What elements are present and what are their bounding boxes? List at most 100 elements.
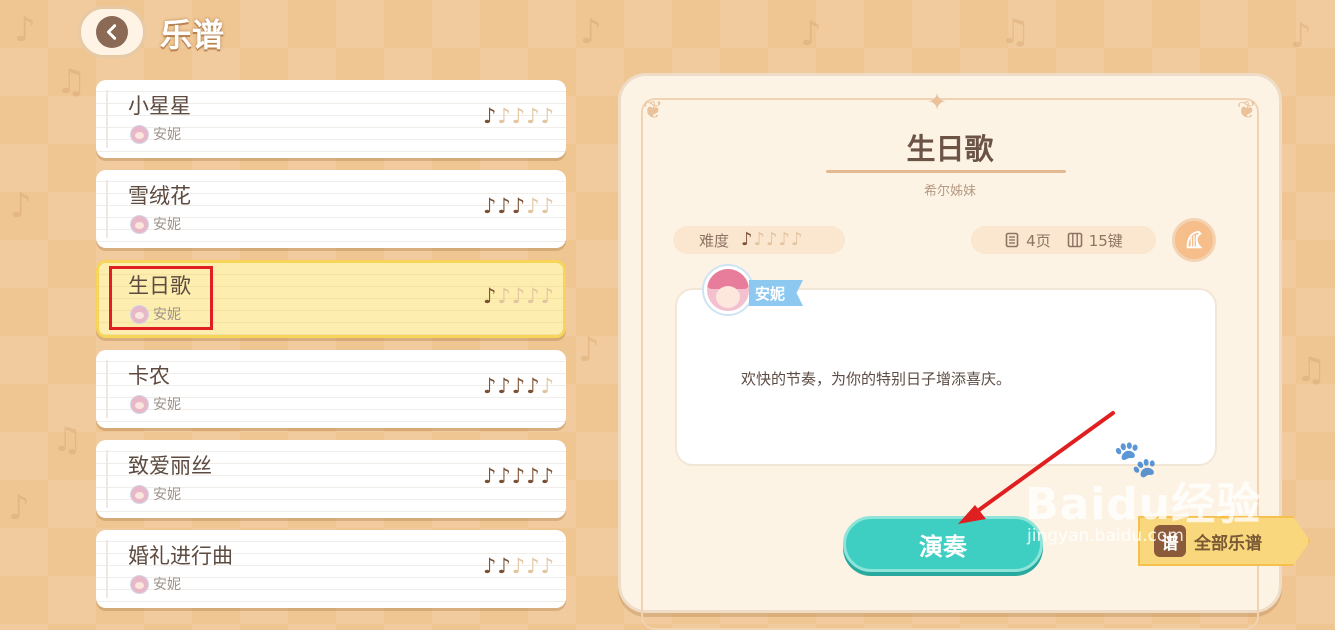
difficulty-notes: ♪ ♪ ♪ ♪ ♪ (483, 466, 554, 487)
all-scores-label: 全部乐谱 (1194, 533, 1262, 554)
music-note-icon: ♪ (526, 374, 540, 398)
music-note-icon: ♪ (511, 374, 526, 398)
music-note-icon: ♪ (511, 104, 526, 128)
narrator-name-tag: 安妮 (749, 280, 804, 306)
description-card: 欢快的节奏，为你的特别日子增添喜庆。 (675, 288, 1217, 466)
music-note-icon: ♪ (580, 12, 602, 52)
song-item-5[interactable]: 婚礼进行曲 安妮 ♪ ♪ ♪ ♪ ♪ (96, 530, 566, 608)
difficulty-notes: ♪ ♪ ♪ ♪ ♪ (483, 106, 554, 127)
song-author: 安妮 (130, 484, 181, 504)
author-name: 安妮 (153, 577, 181, 593)
music-note-icon: ♪ (778, 229, 791, 250)
avatar (130, 484, 149, 504)
title-divider (826, 170, 1066, 173)
avatar (130, 124, 149, 144)
song-title: 小星星 (128, 94, 191, 118)
back-button[interactable] (78, 6, 146, 58)
music-note-icon: ♪ (526, 104, 540, 128)
song-title: 卡农 (128, 364, 170, 388)
music-note-icon: ♫ (1000, 12, 1031, 52)
music-note-icon: ♪ (526, 464, 540, 488)
avatar (130, 394, 149, 414)
music-note-icon: ♪ (14, 10, 36, 50)
song-item-3[interactable]: 卡农 安妮 ♪ ♪ ♪ ♪ ♪ (96, 350, 566, 428)
flower-ornament-icon: ✦ (927, 88, 948, 116)
music-note-icon: ♪ (526, 554, 540, 578)
song-author: 安妮 (130, 214, 181, 234)
music-note-icon: ♪ (540, 554, 554, 578)
music-note-icon: ♪ (482, 284, 497, 308)
music-note-icon: ♪ (511, 194, 526, 218)
song-item-2[interactable]: 生日歌 安妮 ♪ ♪ ♪ ♪ ♪ (96, 260, 566, 338)
music-note-icon: ♪ (791, 229, 803, 250)
music-note-icon: ♪ (540, 374, 554, 398)
difficulty-notes: ♪ ♪ ♪ ♪ ♪ (483, 556, 554, 577)
page-title: 乐谱 (160, 16, 225, 54)
song-title: 生日歌 (128, 274, 191, 298)
difficulty-pill: 难度 ♪ ♪ ♪ ♪ ♪ (673, 226, 845, 254)
song-author: 安妮 (130, 394, 181, 414)
difficulty-notes: ♪ ♪ ♪ ♪ ♪ (483, 286, 554, 307)
difficulty-notes: ♪ ♪ ♪ ♪ ♪ (483, 196, 554, 217)
song-item-4[interactable]: 致爱丽丝 安妮 ♪ ♪ ♪ ♪ ♪ (96, 440, 566, 518)
song-title: 致爱丽丝 (128, 454, 212, 478)
author-name: 安妮 (153, 487, 181, 503)
all-scores-tab[interactable]: 谱 全部乐谱 (1138, 516, 1310, 566)
key-count: 15键 (1088, 231, 1123, 250)
music-note-icon: ♪ (497, 464, 511, 488)
music-note-icon: ♪ (526, 194, 540, 218)
avatar (130, 304, 149, 324)
music-note-icon: ♪ (800, 14, 822, 54)
music-note-icon: ♪ (497, 284, 511, 308)
music-note-icon: ♪ (1290, 16, 1312, 56)
song-title: 婚礼进行曲 (128, 544, 233, 568)
author-name: 安妮 (153, 397, 181, 413)
info-pill: 4页 15键 (971, 226, 1156, 254)
music-note-icon: ♪ (578, 330, 600, 370)
play-button[interactable]: 演奏 (843, 516, 1043, 572)
piano-keys-icon (1067, 232, 1083, 248)
detail-title: 生日歌 (906, 132, 994, 166)
music-note-icon: ♪ (540, 194, 554, 218)
music-note-icon: ♪ (540, 284, 554, 308)
detail-artist: 希尔姊妹 (923, 184, 976, 199)
song-author: 安妮 (130, 574, 181, 594)
description-text: 欢快的节奏，为你的特别日子增添喜庆。 (741, 370, 1012, 388)
music-note-icon: ♪ (482, 374, 497, 398)
music-note-icon: ♪ (511, 464, 526, 488)
score-book-icon: 谱 (1154, 525, 1186, 557)
author-name: 安妮 (153, 307, 181, 323)
song-author: 安妮 (130, 304, 181, 324)
music-note-icon: ♪ (497, 554, 511, 578)
song-author: 安妮 (130, 124, 181, 144)
music-note-icon: ♪ (540, 104, 554, 128)
harp-icon (1186, 230, 1203, 249)
music-note-icon: ♪ (741, 229, 753, 250)
music-note-icon: ♪ (511, 554, 526, 578)
difficulty-notes: ♪ ♪ ♪ ♪ ♪ (483, 376, 554, 397)
difficulty-label: 难度 (699, 231, 730, 250)
avatar (130, 214, 149, 234)
page-count: 4页 (1026, 231, 1051, 250)
music-note-icon: ♫ (56, 62, 87, 102)
author-name: 安妮 (153, 127, 181, 143)
narrator-avatar (704, 266, 752, 314)
music-note-icon: ♪ (8, 488, 30, 528)
music-note-icon: ♪ (511, 284, 526, 308)
song-item-0[interactable]: 小星星 安妮 ♪ ♪ ♪ ♪ ♪ (96, 80, 566, 158)
avatar (130, 574, 149, 594)
document-icon (1005, 232, 1019, 248)
song-item-1[interactable]: 雪绒花 安妮 ♪ ♪ ♪ ♪ ♪ (96, 170, 566, 248)
author-name: 安妮 (153, 217, 181, 233)
harp-button[interactable] (1172, 218, 1216, 262)
avatar-face (716, 286, 740, 308)
music-note-icon: ♫ (1296, 350, 1327, 390)
music-note-icon: ♪ (766, 229, 778, 250)
music-note-icon: ♪ (497, 374, 511, 398)
leaf-ornament-icon: ❦ (643, 96, 664, 124)
leaf-ornament-icon: ❦ (1236, 96, 1257, 124)
difficulty-notes: ♪ ♪ ♪ ♪ ♪ (741, 231, 803, 249)
music-note-icon: ♪ (482, 194, 497, 218)
song-title: 雪绒花 (128, 184, 191, 208)
music-note-icon: ♪ (482, 104, 497, 128)
